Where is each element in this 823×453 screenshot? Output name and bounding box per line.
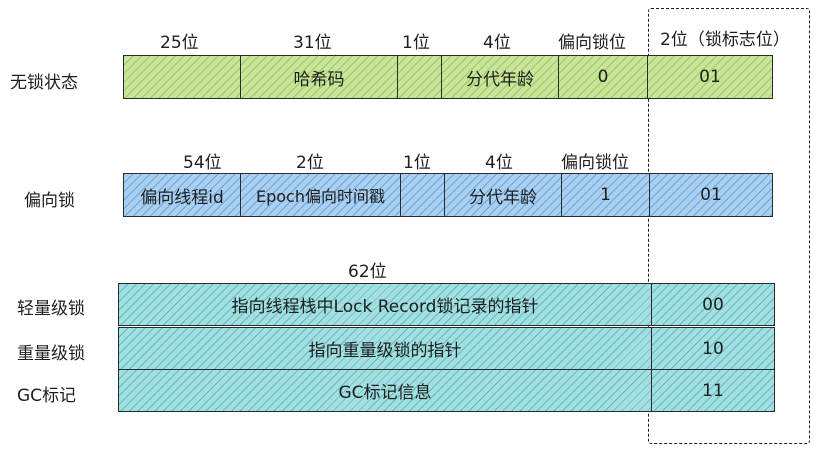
biased-cell-epoch: Epoch偏向时间戳 [240, 173, 401, 217]
biased-cell-unused [400, 173, 445, 217]
unlocked-bits-unused2: 1位 [402, 33, 430, 53]
row-label-unlocked: 无锁状态 [10, 73, 78, 93]
row-label-gc: GC标记 [17, 386, 77, 406]
unlocked-bits-biased-flag: 偏向锁位 [558, 33, 626, 53]
lightweight-cell-lock-flag: 00 [651, 283, 775, 326]
gc-cell-lock-flag: 11 [651, 369, 775, 412]
unlocked-bits-hash: 31位 [293, 33, 332, 53]
unlocked-cell-unused [123, 55, 241, 99]
row-label-biased: 偏向锁 [24, 191, 75, 211]
biased-bits-age: 4位 [485, 153, 513, 173]
bits-62-header: 62位 [348, 262, 387, 282]
biased-bits-biased-flag: 偏向锁位 [561, 153, 629, 173]
biased-cell-thread-id: 偏向线程id [123, 173, 241, 217]
biased-bits-unused: 1位 [403, 153, 431, 173]
gc-cell-info: GC标记信息 [118, 369, 652, 412]
unlocked-cell-biased-flag: 0 [558, 55, 648, 99]
biased-cell-lock-flag: 01 [649, 173, 773, 217]
biased-bits-epoch: 2位 [296, 153, 324, 173]
biased-bits-thread-id: 54位 [183, 153, 222, 173]
lock-flag-bits-header: 2位（锁标志位） [660, 30, 790, 50]
biased-cell-age: 分代年龄 [444, 173, 562, 217]
row-label-lightweight: 轻量级锁 [17, 299, 85, 319]
unlocked-bits-age: 4位 [483, 33, 511, 53]
unlocked-cell-age: 分代年龄 [441, 55, 559, 99]
unlocked-cell-unused2 [397, 55, 442, 99]
biased-cell-biased-flag: 1 [561, 173, 650, 217]
lightweight-cell-pointer: 指向线程栈中Lock Record锁记录的指针 [118, 283, 652, 326]
heavyweight-cell-pointer: 指向重量级锁的指针 [118, 327, 652, 370]
heavyweight-cell-lock-flag: 10 [651, 327, 775, 370]
unlocked-cell-hash: 哈希码 [240, 55, 398, 99]
unlocked-cell-lock-flag: 01 [647, 55, 773, 99]
row-label-heavyweight: 重量级锁 [17, 344, 85, 364]
unlocked-bits-unused: 25位 [160, 33, 199, 53]
